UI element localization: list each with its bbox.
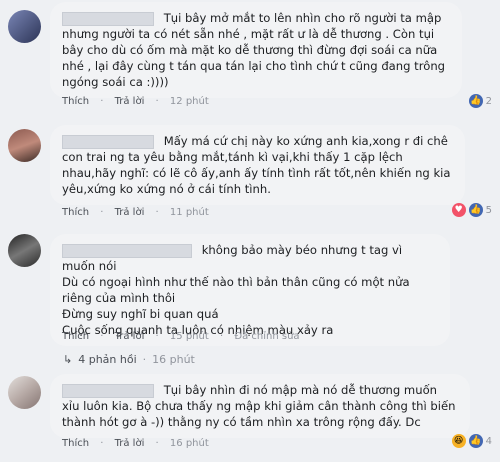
reaction-summary[interactable]: 👍 2 bbox=[468, 94, 492, 108]
replies-count[interactable]: 4 phản hồi bbox=[78, 353, 136, 366]
comment-thread: Tụi bây mở mắt to lên nhìn cho rõ người … bbox=[0, 0, 500, 462]
comment-line: Dù có ngoại hình như thế nào thì bản thâ… bbox=[62, 275, 410, 305]
comment-bubble: không bảo mày béo nhưng t tag vì muốn nó… bbox=[50, 234, 450, 346]
comment-actions: Thích · Trả lời · 12 phút bbox=[62, 96, 209, 107]
comment-actions: Thích · Trả lời · 16 phút bbox=[62, 438, 209, 449]
redacted-name[interactable] bbox=[62, 11, 154, 26]
comment-actions: Thích · Trả lời · 15 phút · Đã chỉnh sửa bbox=[62, 331, 300, 342]
redacted-name[interactable] bbox=[62, 383, 154, 398]
comment-bubble: Tụi bây mở mắt to lên nhìn cho rõ người … bbox=[50, 2, 462, 98]
like-link[interactable]: Thích bbox=[62, 96, 89, 107]
avatar[interactable] bbox=[8, 234, 41, 267]
reaction-summary[interactable]: 😆 👍 4 bbox=[451, 434, 492, 448]
redacted-name[interactable] bbox=[62, 134, 154, 149]
comment-2: Mấy má cứ chị này ko xứng anh kia,xong r… bbox=[8, 121, 492, 224]
timestamp[interactable]: 16 phút bbox=[170, 438, 209, 449]
comment-4: Tụi bây nhìn đi nó mập mà nó dễ thương m… bbox=[8, 372, 492, 462]
love-icon: ♥ bbox=[451, 203, 466, 217]
timestamp[interactable]: 12 phút bbox=[170, 96, 209, 107]
like-link[interactable]: Thích bbox=[62, 331, 89, 342]
edited-label[interactable]: Đã chỉnh sửa bbox=[234, 331, 299, 342]
comment-bubble: Tụi bây nhìn đi nó mập mà nó dễ thương m… bbox=[50, 374, 470, 438]
like-icon: 👍 bbox=[468, 94, 483, 108]
view-replies[interactable]: ↳ 4 phản hồi · 16 phút bbox=[63, 353, 195, 366]
reply-link[interactable]: Trả lời bbox=[115, 96, 145, 107]
comment-line: Đừng suy nghĩ bi quan quá bbox=[62, 307, 219, 321]
avatar[interactable] bbox=[8, 129, 41, 162]
replies-time: 16 phút bbox=[152, 353, 195, 366]
reaction-summary[interactable]: ♥ 👍 5 bbox=[451, 203, 492, 217]
comment-3: không bảo mày béo nhưng t tag vì muốn nó… bbox=[8, 226, 492, 346]
comment-bubble: Mấy má cứ chị này ko xứng anh kia,xong r… bbox=[50, 125, 465, 205]
avatar[interactable] bbox=[8, 376, 41, 409]
like-icon: 👍 bbox=[468, 203, 483, 217]
reaction-count: 4 bbox=[485, 435, 492, 447]
reply-link[interactable]: Trả lời bbox=[115, 438, 145, 449]
reply-arrow-icon: ↳ bbox=[63, 353, 73, 366]
like-icon: 👍 bbox=[468, 434, 483, 448]
reply-link[interactable]: Trả lời bbox=[115, 331, 145, 342]
comment-actions: Thích · Trả lời · 11 phút bbox=[62, 207, 209, 218]
reaction-count: 2 bbox=[485, 95, 492, 107]
redacted-name[interactable] bbox=[62, 243, 192, 258]
like-link[interactable]: Thích bbox=[62, 207, 89, 218]
timestamp[interactable]: 15 phút bbox=[170, 331, 209, 342]
reply-link[interactable]: Trả lời bbox=[115, 207, 145, 218]
like-link[interactable]: Thích bbox=[62, 438, 89, 449]
avatar[interactable] bbox=[8, 10, 41, 43]
timestamp[interactable]: 11 phút bbox=[170, 207, 209, 218]
reaction-count: 5 bbox=[485, 204, 492, 216]
comment-1: Tụi bây mở mắt to lên nhìn cho rõ người … bbox=[8, 0, 492, 115]
haha-icon: 😆 bbox=[451, 434, 466, 448]
